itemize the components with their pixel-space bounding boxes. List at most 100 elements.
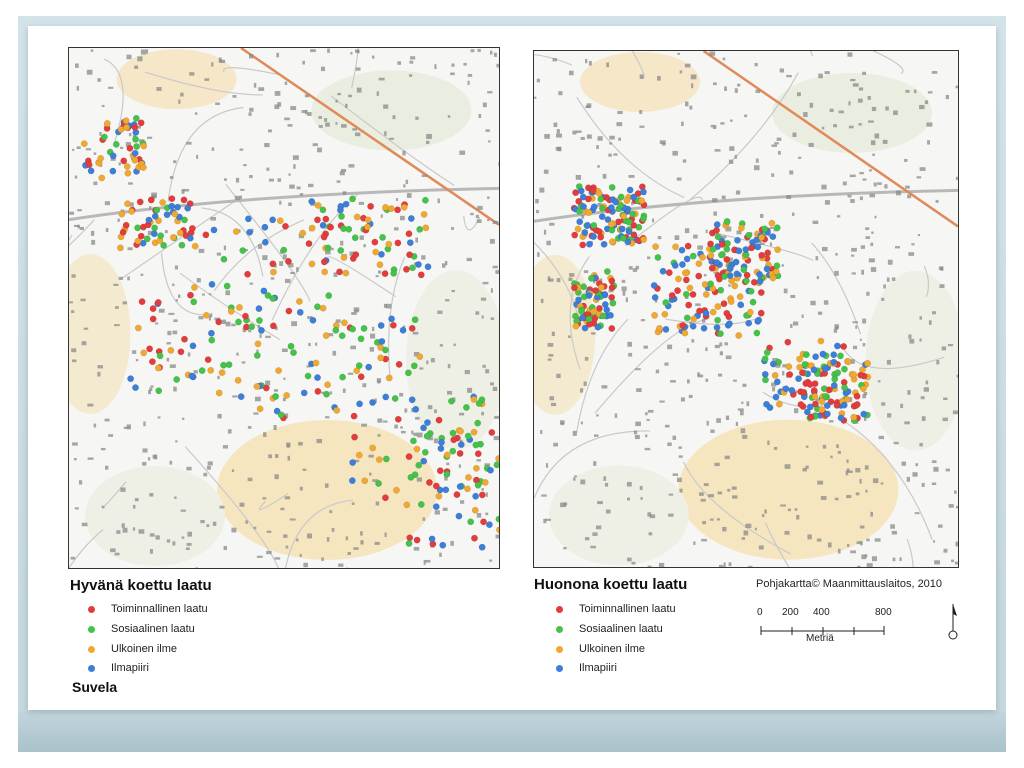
building: [282, 254, 287, 260]
survey-point: [122, 117, 130, 125]
building: [851, 247, 857, 252]
building: [263, 432, 267, 437]
survey-point: [833, 342, 841, 350]
building: [340, 240, 344, 246]
building: [90, 230, 95, 236]
building: [809, 102, 814, 108]
building: [700, 498, 706, 502]
building: [805, 445, 809, 448]
building: [714, 149, 721, 152]
building: [741, 537, 746, 540]
building: [868, 258, 875, 263]
building: [223, 545, 228, 551]
survey-point: [151, 212, 159, 220]
survey-point: [495, 455, 499, 463]
building: [265, 380, 271, 386]
survey-point: [585, 209, 593, 217]
survey-point: [595, 190, 603, 197]
building: [223, 245, 227, 251]
survey-point: [189, 342, 197, 350]
building: [316, 438, 323, 444]
building: [572, 430, 577, 436]
building: [439, 552, 442, 557]
legend-label: Ilmapiiri: [579, 662, 617, 674]
survey-point: [367, 202, 375, 210]
survey-point: [308, 260, 316, 268]
survey-point: [672, 243, 680, 251]
building: [325, 122, 330, 127]
survey-point: [784, 338, 792, 346]
survey-point: [818, 406, 826, 414]
building: [645, 412, 648, 416]
building: [923, 387, 929, 392]
survey-point: [417, 271, 425, 279]
building: [127, 247, 133, 251]
survey-point: [597, 283, 605, 291]
survey-point: [570, 284, 578, 292]
building: [693, 234, 698, 239]
building: [837, 450, 841, 454]
building: [378, 77, 385, 81]
building: [547, 342, 554, 347]
survey-point: [337, 247, 345, 254]
building: [279, 200, 282, 205]
survey-point: [630, 193, 638, 201]
building: [384, 532, 387, 537]
building: [196, 154, 199, 159]
survey-point: [156, 352, 164, 360]
building: [451, 63, 455, 67]
survey-point: [253, 383, 261, 390]
survey-point: [234, 376, 242, 384]
survey-point: [758, 251, 766, 259]
building: [847, 194, 852, 198]
survey-point: [661, 310, 669, 318]
building: [688, 394, 693, 399]
survey-point: [455, 512, 463, 520]
building: [586, 134, 592, 139]
building: [318, 116, 322, 119]
survey-point: [608, 293, 616, 301]
building: [81, 522, 88, 527]
survey-point: [349, 195, 357, 203]
building: [907, 194, 912, 199]
building: [487, 91, 493, 94]
building: [556, 373, 561, 379]
survey-point: [763, 265, 771, 273]
building: [956, 374, 958, 378]
building: [371, 55, 375, 59]
survey-point: [342, 269, 350, 277]
building: [543, 229, 547, 235]
building: [710, 518, 714, 521]
survey-point: [629, 210, 637, 218]
building: [122, 301, 128, 305]
survey-point: [699, 253, 706, 261]
building: [369, 472, 372, 476]
building: [539, 187, 545, 193]
building: [276, 52, 280, 58]
building: [553, 442, 558, 447]
survey-point: [821, 365, 829, 373]
building: [485, 512, 489, 516]
building: [742, 434, 748, 439]
building: [895, 246, 901, 249]
building: [222, 445, 229, 449]
building: [847, 52, 853, 57]
building: [534, 96, 537, 99]
building: [676, 477, 682, 483]
survey-point: [133, 143, 141, 150]
survey-point: [235, 318, 242, 326]
survey-point: [351, 234, 359, 242]
building: [628, 266, 633, 270]
survey-point: [737, 224, 745, 232]
building: [134, 498, 139, 502]
building: [296, 538, 299, 542]
survey-point: [339, 373, 347, 381]
survey-point: [571, 231, 579, 239]
building: [270, 277, 275, 280]
building: [178, 294, 181, 299]
building: [838, 110, 844, 114]
building: [604, 482, 609, 487]
survey-point: [435, 416, 443, 424]
building: [219, 505, 225, 509]
survey-point: [456, 483, 464, 490]
